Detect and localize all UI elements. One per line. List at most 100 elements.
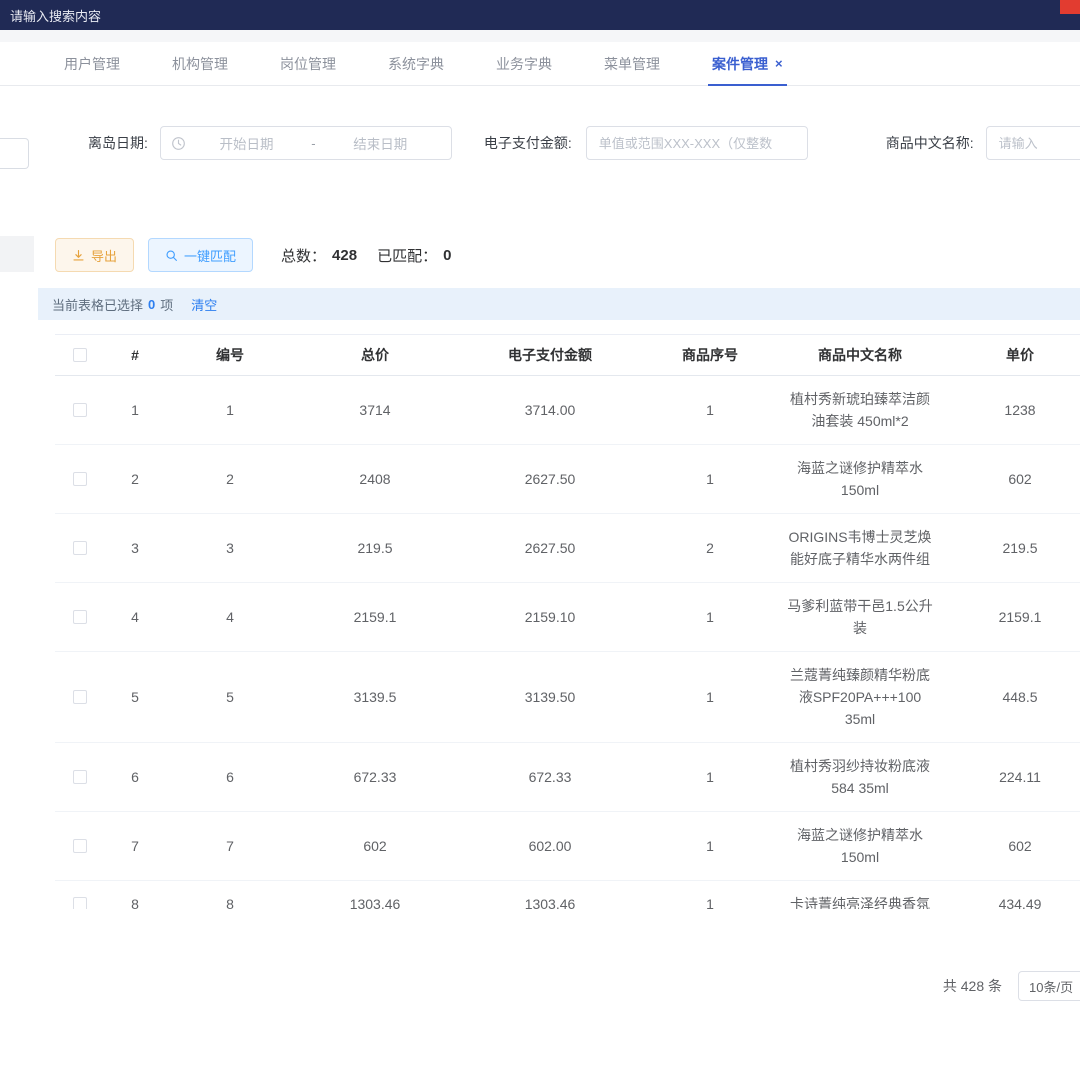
- cell-seq: 1: [645, 838, 775, 854]
- column-header-product-name: 商品中文名称: [775, 334, 945, 378]
- row-checkbox[interactable]: [73, 839, 87, 853]
- tab-menu-management[interactable]: 菜单管理: [578, 42, 686, 85]
- tab-org-management[interactable]: 机构管理: [146, 42, 254, 85]
- cell-product-name: 植村秀羽纱持妆粉底液 584 35ml: [775, 743, 945, 811]
- cell-seq: 1: [645, 769, 775, 785]
- cell-total: 2159.1: [295, 609, 455, 625]
- column-header-code: 编号: [165, 345, 295, 365]
- totals-summary: 总数： 428 已匹配： 0: [281, 245, 451, 266]
- cell-code: 2: [165, 471, 295, 487]
- tab-label: 菜单管理: [604, 54, 660, 74]
- row-checkbox[interactable]: [73, 770, 87, 784]
- tab-business-dict[interactable]: 业务字典: [470, 42, 578, 85]
- row-checkbox[interactable]: [73, 472, 87, 486]
- epay-amount-label: 电子支付金额:: [484, 133, 572, 153]
- cell-unit-price: 219.5: [945, 540, 1080, 556]
- cell-total: 2408: [295, 471, 455, 487]
- cell-code: 4: [165, 609, 295, 625]
- cell-seq: 1: [645, 402, 775, 418]
- cell-index: 7: [105, 838, 165, 854]
- row-checkbox[interactable]: [73, 541, 87, 555]
- cell-unit-price: 2159.1: [945, 609, 1080, 625]
- row-checkbox[interactable]: [73, 610, 87, 624]
- column-header-total: 总价: [295, 345, 455, 365]
- table-row: 3 3 219.5 2627.50 2 ORIGINS韦博士灵芝焕能好底子精华水…: [55, 514, 1080, 583]
- tab-case-management[interactable]: 案件管理 ×: [686, 42, 809, 85]
- cell-unit-price: 434.49: [945, 896, 1080, 909]
- export-button[interactable]: 导出: [55, 238, 134, 272]
- cell-code: 8: [165, 896, 295, 909]
- tab-system-dict[interactable]: 系统字典: [362, 42, 470, 85]
- row-checkbox[interactable]: [73, 897, 87, 909]
- search-icon: [165, 249, 178, 262]
- column-header-unit-price: 单价: [945, 345, 1080, 365]
- cell-unit-price: 448.5: [945, 689, 1080, 705]
- page-size-select[interactable]: 10条/页: [1018, 971, 1080, 1001]
- cell-product-name: ORIGINS韦博士灵芝焕能好底子精华水两件组: [775, 514, 945, 582]
- collapsed-panel-fragment: [0, 138, 29, 169]
- clear-selection-link[interactable]: 清空: [191, 295, 217, 314]
- cell-seq: 1: [645, 689, 775, 705]
- cell-product-name: 海蓝之谜修护精萃水 150ml: [775, 812, 945, 880]
- left-gray-fragment: [0, 236, 34, 272]
- cell-code: 3: [165, 540, 295, 556]
- cell-code: 5: [165, 689, 295, 705]
- selection-info-bar: 当前表格已选择 0 项 清空: [38, 288, 1080, 320]
- select-all-checkbox[interactable]: [73, 348, 87, 362]
- cell-epay: 3139.50: [455, 689, 645, 705]
- pagination-bar: 共 428 条 10条/页: [0, 971, 1080, 1001]
- matched-label: 已匹配：: [377, 245, 437, 266]
- tab-post-management[interactable]: 岗位管理: [254, 42, 362, 85]
- tab-label: 案件管理: [712, 54, 768, 74]
- filter-row: 离岛日期: 开始日期 - 结束日期 电子支付金额: 商品中文名称:: [0, 126, 1080, 160]
- cell-code: 6: [165, 769, 295, 785]
- column-header-seq: 商品序号: [645, 345, 775, 365]
- table-row: 1 1 3714 3714.00 1 植村秀新琥珀臻萃洁颜油套装 450ml*2…: [55, 376, 1080, 445]
- cell-index: 3: [105, 540, 165, 556]
- tab-label: 系统字典: [388, 54, 444, 74]
- cell-total: 3139.5: [295, 689, 455, 705]
- end-date-placeholder[interactable]: 结束日期: [320, 133, 441, 153]
- close-icon[interactable]: ×: [775, 56, 783, 71]
- global-search-input[interactable]: 请输入搜索内容: [10, 6, 101, 25]
- cell-seq: 1: [645, 609, 775, 625]
- cell-index: 1: [105, 402, 165, 418]
- table-row: 6 6 672.33 672.33 1 植村秀羽纱持妆粉底液 584 35ml …: [55, 743, 1080, 812]
- tab-label: 机构管理: [172, 54, 228, 74]
- page-size-value: 10条/页: [1029, 977, 1073, 996]
- data-table: # 编号 总价 电子支付金额 商品序号 商品中文名称 单价 1 1 3714 3…: [55, 334, 1080, 909]
- table-row: 2 2 2408 2627.50 1 海蓝之谜修护精萃水 150ml 602: [55, 445, 1080, 514]
- cell-index: 5: [105, 689, 165, 705]
- cell-total: 219.5: [295, 540, 455, 556]
- cell-index: 6: [105, 769, 165, 785]
- row-checkbox[interactable]: [73, 690, 87, 704]
- cell-product-name: 植村秀新琥珀臻萃洁颜油套装 450ml*2: [775, 376, 945, 444]
- table-row: 4 4 2159.1 2159.10 1 马爹利蓝带干邑1.5公升装 2159.…: [55, 583, 1080, 652]
- cell-index: 2: [105, 471, 165, 487]
- topbar-red-badge: [1060, 0, 1080, 14]
- tab-label: 岗位管理: [280, 54, 336, 74]
- cell-unit-price: 602: [945, 838, 1080, 854]
- cell-unit-price: 602: [945, 471, 1080, 487]
- clock-icon: [171, 136, 186, 151]
- table-toolbar: 导出 一键匹配 总数： 428 已匹配： 0: [0, 238, 1080, 272]
- selection-count: 0: [148, 297, 155, 312]
- cell-total: 672.33: [295, 769, 455, 785]
- table-row: 5 5 3139.5 3139.50 1 兰蔻菁纯臻颜精华粉底液SPF20PA+…: [55, 652, 1080, 743]
- tab-label: 用户管理: [64, 54, 120, 74]
- epay-amount-input[interactable]: [586, 126, 808, 160]
- cell-total: 3714: [295, 402, 455, 418]
- cell-index: 8: [105, 896, 165, 909]
- tab-user-management[interactable]: 用户管理: [38, 42, 146, 85]
- start-date-placeholder[interactable]: 开始日期: [186, 133, 307, 153]
- date-range-picker[interactable]: 开始日期 - 结束日期: [160, 126, 452, 160]
- one-click-match-button[interactable]: 一键匹配: [148, 238, 253, 272]
- product-name-input[interactable]: [986, 126, 1080, 160]
- page: 请输入搜索内容 用户管理 机构管理 岗位管理 系统字典 业务字典 菜单管理 案件…: [0, 0, 1080, 1077]
- row-checkbox[interactable]: [73, 403, 87, 417]
- tab-bar: 用户管理 机构管理 岗位管理 系统字典 业务字典 菜单管理 案件管理 ×: [0, 42, 1080, 86]
- cell-product-name: 兰蔻菁纯臻颜精华粉底液SPF20PA+++100 35ml: [775, 652, 945, 742]
- departure-date-label: 离岛日期:: [88, 133, 148, 153]
- table-row: 8 8 1303.46 1303.46 1 卡诗菁纯亮泽经典香氛 434.49: [55, 881, 1080, 909]
- cell-seq: 2: [645, 540, 775, 556]
